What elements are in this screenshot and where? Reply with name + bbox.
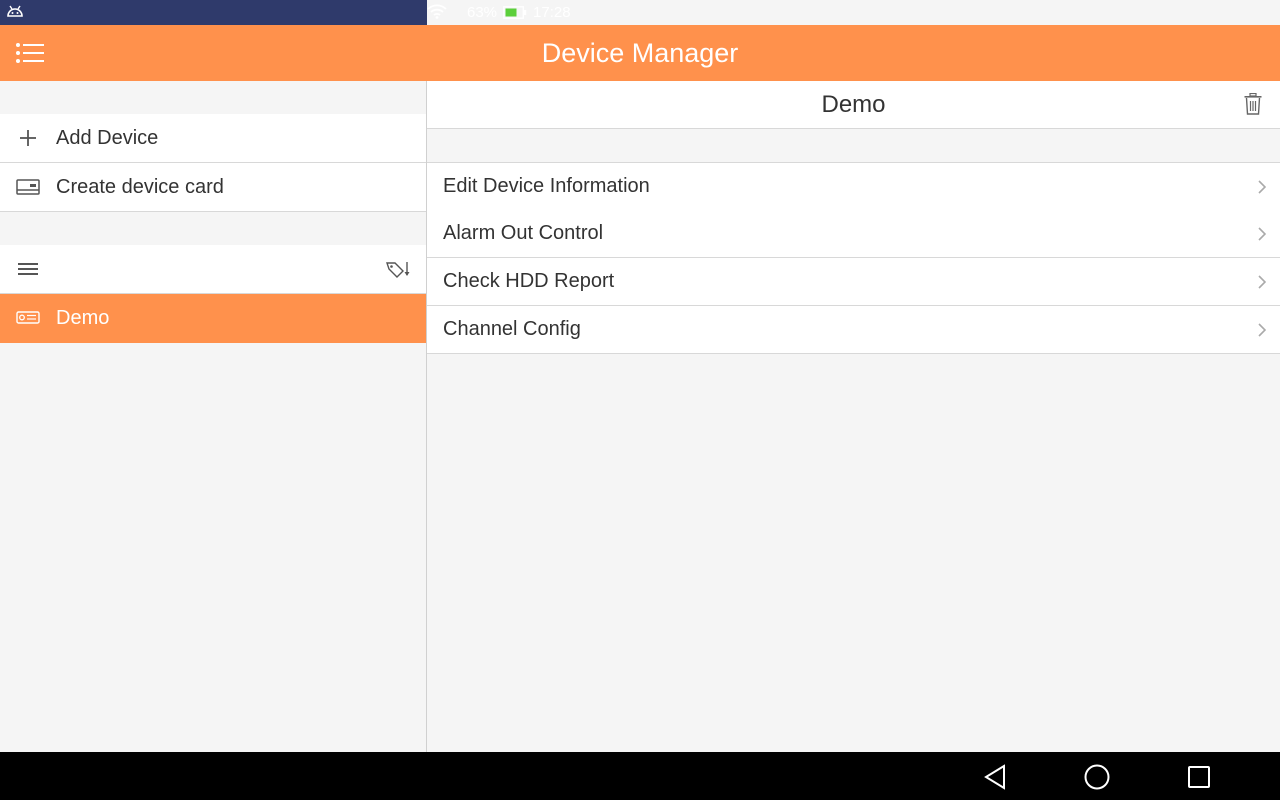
check-hdd-report-item[interactable]: Check HDD Report [427,258,1280,306]
menu-item-label: Check HDD Report [443,270,615,292]
create-device-card-label: Create device card [56,175,224,198]
menu-item-label: Alarm Out Control [443,222,604,244]
device-title: Demo [821,91,886,118]
app-title: Device Manager [541,38,739,68]
device-detail-pane: Demo Edit Device Information Alarm Out C… [427,81,1280,752]
menu-item-label: Edit Device Information [443,175,650,197]
add-device-button[interactable]: Add Device [0,114,426,163]
device-list-item-demo[interactable]: Demo [0,294,426,343]
edit-device-information-item[interactable]: Edit Device Information [427,162,1280,211]
tag-sort-icon[interactable] [370,259,426,279]
device-card-icon [0,179,56,195]
chevron-right-icon [1244,274,1280,289]
system-navigation-bar [0,752,1280,800]
battery-percent: 63% [467,4,498,21]
device-header: Demo [427,81,1280,129]
dvr-icon [0,311,56,325]
wifi-icon [427,3,447,23]
trash-icon[interactable] [1244,92,1262,120]
clock: 17:28 [533,4,571,21]
chevron-right-icon [1244,179,1280,194]
chevron-right-icon [1244,322,1280,337]
plus-icon [0,129,56,147]
android-icon [6,4,24,22]
recents-icon[interactable] [1186,764,1212,790]
device-list-toolbar [0,245,426,294]
channel-config-item[interactable]: Channel Config [427,306,1280,354]
app-bar: Device Manager [0,25,1280,81]
alarm-out-control-item[interactable]: Alarm Out Control [427,210,1280,258]
battery-icon [503,6,527,19]
device-name-label: Demo [56,306,110,329]
back-icon[interactable] [982,764,1008,790]
add-device-label: Add Device [56,126,159,149]
chevron-right-icon [1244,226,1280,241]
create-device-card-button[interactable]: Create device card [0,163,426,212]
status-bar: 63% 17:28 [0,0,1280,25]
device-sidebar: Add Device Create device card Demo [0,81,427,752]
home-icon[interactable] [1084,764,1110,790]
menu-item-label: Channel Config [443,318,581,340]
hamburger-icon[interactable] [0,261,56,277]
